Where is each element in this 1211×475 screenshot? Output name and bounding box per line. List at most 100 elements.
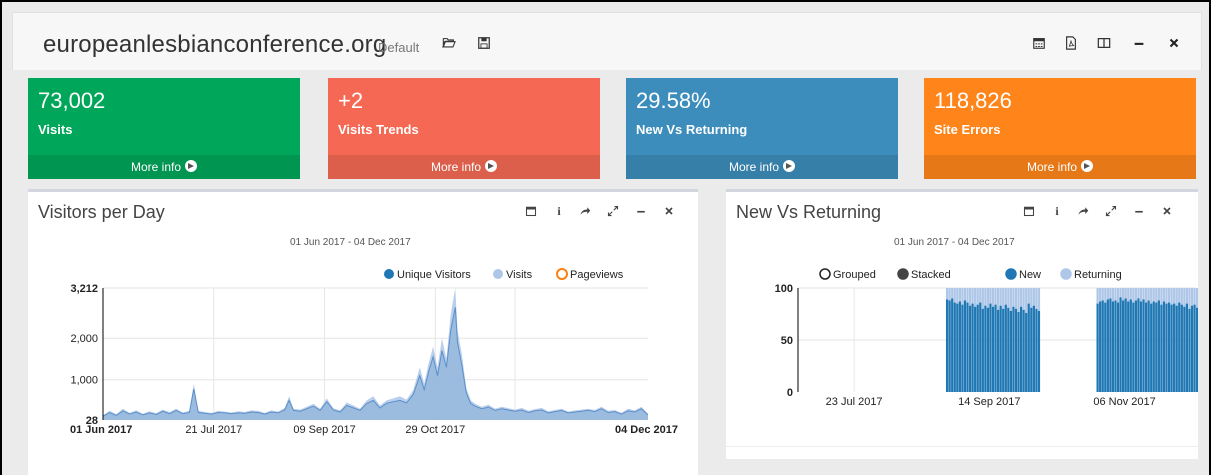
new-bar <box>1032 305 1035 392</box>
new-bar <box>1106 299 1109 392</box>
new-bar <box>1111 301 1115 392</box>
returning-bar <box>1183 288 1186 307</box>
more-info-link[interactable]: More info <box>28 155 300 179</box>
new-bar <box>1101 300 1104 392</box>
header-bar: europeanlesbianconference.org Default <box>12 12 1202 70</box>
returning-bar <box>1185 288 1189 304</box>
returning-bar <box>1014 288 1018 309</box>
returning-bar <box>1160 288 1163 305</box>
new-bar <box>1144 302 1148 392</box>
new-bar <box>1009 310 1013 392</box>
returning-bar <box>1173 288 1176 304</box>
arrow-circle-right-icon <box>485 160 498 172</box>
new-bar <box>1002 308 1005 392</box>
calendar-icon[interactable] <box>1031 35 1047 51</box>
x-tick-label: 06 Nov 2017 <box>1093 396 1155 408</box>
new-bar <box>961 304 964 392</box>
returning-bar <box>1180 288 1183 305</box>
visitors-per-day-panel: Visitors per Day i 01 Jun 2017 - 04 Dec … <box>28 189 698 475</box>
returning-bar <box>958 288 961 302</box>
legend-pageviews-label: Pageviews <box>570 269 624 281</box>
new-bar <box>1096 303 1099 392</box>
returning-bar <box>966 288 969 303</box>
returning-bar <box>1137 288 1140 299</box>
new-bar <box>1122 300 1125 392</box>
new-bar <box>1014 308 1018 392</box>
stat-box-site-errors: 118,826 Site Errors More info <box>924 78 1196 179</box>
new-bar <box>963 300 967 392</box>
new-bar <box>1173 303 1176 392</box>
new-bar <box>994 304 997 392</box>
new-bar <box>1139 301 1143 392</box>
returning-bar <box>976 288 979 305</box>
returning-bar <box>1007 288 1010 308</box>
new-vs-returning-panel: New Vs Returning i 01 Jun 2017 - 04 Dec … <box>726 189 1198 459</box>
returning-bar <box>1132 288 1135 303</box>
more-info-link[interactable]: More info <box>924 155 1196 179</box>
new-bar <box>1134 300 1138 392</box>
more-info-label: More info <box>1026 160 1078 174</box>
legend-stacked-label: Stacked <box>911 269 951 281</box>
new-bar <box>1167 302 1171 392</box>
new-bar <box>979 302 982 392</box>
x-tick-label: 21 Jul 2017 <box>185 424 242 436</box>
new-bar <box>968 305 972 392</box>
new-bar <box>1170 304 1173 392</box>
profile-label: Default <box>378 40 420 55</box>
new-bar <box>997 309 1000 392</box>
returning-bar <box>968 288 972 306</box>
new-bar <box>1004 304 1007 392</box>
new-bar <box>1114 300 1117 392</box>
returning-bar <box>951 288 954 299</box>
stat-box-new-vs-returning: 29.58% New Vs Returning More info <box>626 78 898 179</box>
returning-bar <box>963 288 967 301</box>
new-bar <box>999 305 1002 392</box>
save-icon[interactable] <box>476 35 492 51</box>
legend-new-label: New <box>1019 269 1041 281</box>
returning-bar <box>1101 288 1104 301</box>
returning-bar <box>1099 288 1102 302</box>
new-bar <box>1116 302 1120 392</box>
x-tick-label: 04 Dec 2017 <box>615 424 678 436</box>
returning-bar <box>1150 288 1153 304</box>
new-bar <box>1175 305 1178 392</box>
new-bar <box>971 303 974 392</box>
returning-bar <box>1170 288 1173 305</box>
more-info-label: More info <box>728 160 780 174</box>
returning-bar <box>1114 288 1117 301</box>
new-bar <box>1190 305 1194 392</box>
close-icon[interactable] <box>1166 35 1182 51</box>
more-info-link[interactable]: More info <box>328 155 600 179</box>
new-bar <box>1025 312 1028 392</box>
arrow-circle-right-icon <box>1081 160 1094 172</box>
arrow-circle-right-icon <box>185 160 198 172</box>
returning-bar <box>994 288 997 305</box>
new-bar <box>981 308 984 392</box>
new-bar <box>1180 304 1183 392</box>
returning-bar <box>1196 288 1198 308</box>
legend-stacked-swatch <box>897 268 909 280</box>
returning-bar <box>1030 288 1033 308</box>
columns-icon[interactable] <box>1096 35 1112 51</box>
more-info-link[interactable]: More info <box>626 155 898 179</box>
returning-bar <box>971 288 974 304</box>
returning-bar <box>953 288 956 303</box>
stat-value: 73,002 <box>38 88 106 113</box>
new-bar <box>1132 302 1135 392</box>
returning-bar <box>1122 288 1125 301</box>
new-bar <box>948 300 951 392</box>
returning-bar <box>1002 288 1005 309</box>
returning-bar <box>1157 288 1160 301</box>
minimize-icon[interactable] <box>1131 35 1147 51</box>
returning-bar <box>1167 288 1171 303</box>
new-bar <box>1022 309 1025 392</box>
new-bar <box>1030 307 1033 392</box>
legend-unique-visitors-swatch <box>384 269 394 279</box>
new-bar <box>989 303 992 392</box>
folder-open-icon[interactable] <box>441 35 457 51</box>
new-bar <box>1162 301 1166 392</box>
pdf-icon[interactable] <box>1063 35 1079 51</box>
legend-returning-swatch <box>1060 268 1072 280</box>
returning-bar <box>1147 288 1150 301</box>
new-bar <box>986 307 990 392</box>
